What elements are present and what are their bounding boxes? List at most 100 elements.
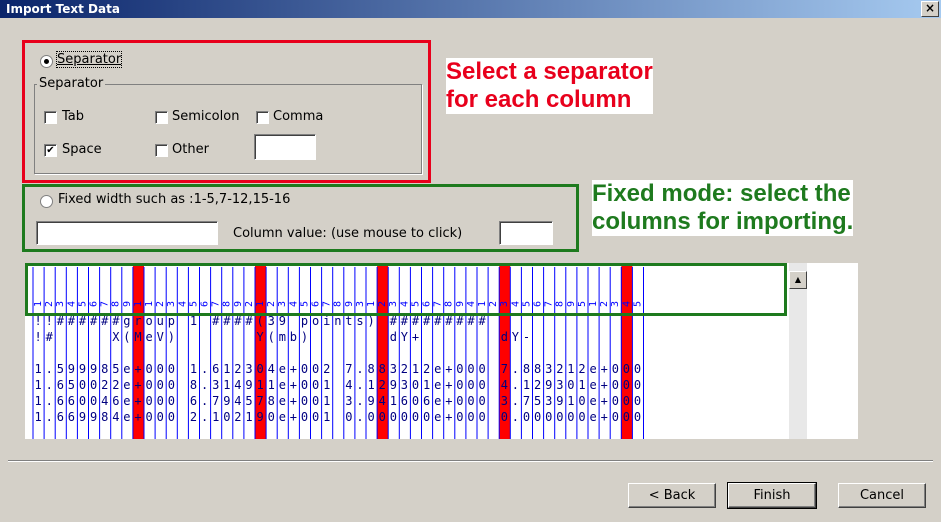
preview-char: 3 [390, 362, 397, 376]
preview-char: 8 [101, 362, 108, 376]
preview-char: 0 [146, 410, 153, 424]
preview-char: 4 [112, 410, 119, 424]
preview-char: 1 [567, 362, 574, 376]
preview-char: 8 [368, 362, 375, 376]
preview-char: 0 [312, 362, 319, 376]
back-button[interactable]: < Back [628, 483, 716, 508]
preview-char: + [290, 378, 297, 392]
preview-char: 1 [423, 378, 430, 392]
cancel-button[interactable]: Cancel [838, 483, 926, 508]
divider [8, 460, 933, 462]
preview-char: 0 [612, 394, 619, 408]
preview-char: 1 [223, 362, 230, 376]
preview-char: 0 [146, 394, 153, 408]
preview-char: 0 [479, 362, 486, 376]
preview-char: 6 [212, 362, 219, 376]
preview-char: + [445, 362, 452, 376]
preview-char: 6 [68, 410, 75, 424]
separator-annotation-line1: Select a separator [446, 58, 653, 85]
preview-char: 0 [612, 410, 619, 424]
preview-char: 0 [467, 378, 474, 392]
preview-char: . [46, 362, 53, 376]
preview-char: 0 [467, 394, 474, 408]
preview-char: 3 [245, 362, 252, 376]
fixed-annotation-line1: Fixed mode: select the [592, 180, 851, 207]
scroll-up-icon[interactable]: ▲ [789, 271, 807, 289]
preview-char: 0 [301, 410, 308, 424]
preview-char: e [279, 378, 286, 392]
preview-char: # [79, 314, 87, 328]
preview-char: 2 [234, 410, 241, 424]
preview-char: 1 [223, 378, 230, 392]
preview-char: 8 [534, 362, 541, 376]
preview-char: 2 [379, 378, 386, 392]
preview-char: 2 [423, 362, 430, 376]
preview-char: 0 [578, 410, 585, 424]
preview-char: 0 [501, 410, 508, 424]
preview-char: 1 [368, 378, 375, 392]
preview-char: 0 [634, 362, 641, 376]
window-title: Import Text Data [6, 2, 120, 16]
preview-char: 0 [90, 378, 97, 392]
preview-char: 0 [456, 362, 463, 376]
preview-char: + [134, 362, 141, 376]
preview-char: 6 [57, 378, 64, 392]
preview-char: 0 [401, 410, 408, 424]
preview-char: e [434, 394, 441, 408]
preview-char: + [290, 410, 297, 424]
preview-char: 0 [368, 410, 375, 424]
preview-char: . [512, 410, 519, 424]
preview-char: # [467, 314, 475, 328]
preview-char: o [146, 314, 153, 328]
preview-char: . [512, 378, 519, 392]
preview-char: V [157, 330, 164, 344]
preview-char: r [134, 314, 141, 328]
finish-button[interactable]: Finish [727, 482, 817, 509]
preview-char: 1 [190, 314, 197, 328]
preview-char: 1 [268, 378, 275, 392]
preview-char: 6 [57, 410, 64, 424]
separator-highlight-box [22, 40, 431, 183]
preview-char: + [601, 378, 608, 392]
preview-char: . [356, 362, 363, 376]
preview-char: p [301, 314, 308, 328]
preview-char: 0 [390, 410, 397, 424]
preview-char: # [390, 314, 398, 328]
preview-char: # [90, 314, 98, 328]
preview-char: n [334, 314, 341, 328]
preview-char: ( [268, 330, 275, 344]
preview-char: 0 [456, 394, 463, 408]
preview-char: e [123, 394, 130, 408]
preview-scrollbar[interactable]: ▲ [789, 263, 807, 439]
preview-char: 2 [234, 362, 241, 376]
preview-char: e [146, 330, 153, 344]
close-button[interactable]: × [921, 1, 939, 17]
preview-char: e [590, 394, 597, 408]
preview-char: # [479, 314, 487, 328]
preview-char: e [279, 394, 286, 408]
preview-char: Y [512, 330, 520, 344]
preview-char: e [279, 362, 286, 376]
preview-char: e [434, 378, 441, 392]
preview-char: 1 [567, 394, 574, 408]
preview-char: . [201, 394, 208, 408]
preview-char: # [223, 314, 231, 328]
separator-annotation-line2: for each column [446, 86, 632, 113]
preview-char: 1 [523, 378, 530, 392]
preview-char: # [234, 314, 242, 328]
preview-char: 0 [223, 410, 230, 424]
preview-char: 0 [79, 394, 86, 408]
preview-char: 4 [234, 378, 241, 392]
preview-char: 5 [112, 362, 119, 376]
preview-char: 1 [245, 410, 252, 424]
preview-char: 1 [35, 410, 42, 424]
preview-char: ) [368, 314, 375, 328]
preview-char: 1 [323, 410, 330, 424]
preview-char: 1 [257, 378, 264, 392]
preview-char: 0 [168, 362, 175, 376]
preview-char: e [590, 410, 597, 424]
preview-char: s [356, 314, 363, 328]
preview-char: 0 [523, 410, 530, 424]
preview-char: . [201, 378, 208, 392]
preview-char: 1 [323, 394, 330, 408]
